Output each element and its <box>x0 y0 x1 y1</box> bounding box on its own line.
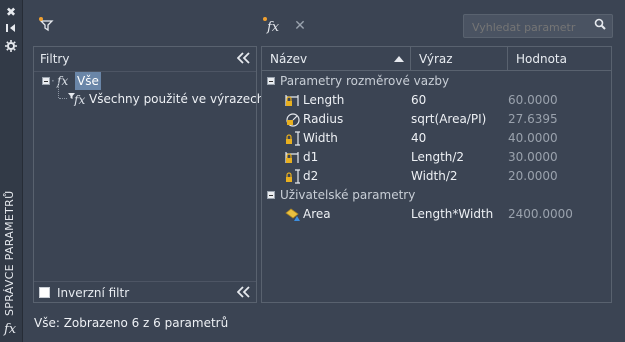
collapse-icon[interactable] <box>42 77 50 85</box>
search-box[interactable] <box>463 14 613 38</box>
group-user-parameters[interactable]: Uživatelské parametry <box>262 186 611 204</box>
param-expression[interactable]: Length/2 <box>411 148 464 167</box>
tree-item-used-in-expressions[interactable]: fx Všechny použité ve výrazech <box>58 82 264 111</box>
param-value: 30.0000 <box>508 150 558 164</box>
column-header-expression[interactable]: Výraz <box>411 47 508 71</box>
table-row[interactable]: Area Length*Width 2400.0000 <box>262 205 611 224</box>
funnel-star-icon[interactable] <box>36 16 56 36</box>
column-header-label: Hodnota <box>516 52 567 66</box>
user-parameter-icon <box>284 207 302 222</box>
palette-title: SPRÁVCE PARAMETRŮ <box>3 190 16 316</box>
inverse-filter-checkbox[interactable] <box>39 287 50 298</box>
group-label: Uživatelské parametry <box>280 188 416 202</box>
column-header-value[interactable]: Hodnota <box>508 47 611 71</box>
param-name: Length <box>303 93 345 107</box>
linear-dimension-icon <box>284 93 302 108</box>
search-icon[interactable] <box>594 18 606 32</box>
table-row[interactable]: d1 Length/2 30.0000 <box>262 148 611 167</box>
param-name: d1 <box>303 150 319 164</box>
vertical-dimension-icon <box>284 169 302 184</box>
param-expression[interactable]: sqrt(Area/PI) <box>411 110 486 129</box>
collapse-filters-icon[interactable] <box>236 52 253 66</box>
vertical-dimension-icon <box>284 131 302 146</box>
delete-x-icon[interactable]: ✕ <box>290 16 310 36</box>
param-name: Radius <box>303 112 344 126</box>
linear-dimension-icon <box>284 150 302 165</box>
column-header-label: Výraz <box>419 52 453 66</box>
param-expression[interactable]: Width/2 <box>411 167 458 186</box>
radius-dimension-icon <box>284 112 302 127</box>
tree-item-label: Vše <box>75 72 101 90</box>
param-expression[interactable]: 40 <box>411 129 426 148</box>
collapse-icon[interactable] <box>267 77 275 85</box>
sort-ascending-icon <box>394 56 404 62</box>
param-name: d2 <box>303 169 319 183</box>
search-input[interactable] <box>470 18 592 36</box>
fx-star-icon[interactable]: fx <box>262 16 282 36</box>
status-bar-text: Vše: Zobrazeno 6 z 6 parametrů <box>34 316 229 330</box>
funnel-fx-icon: fx <box>67 90 87 111</box>
param-expression[interactable]: 60 <box>411 91 426 110</box>
palette-sidebar: ✖ SPRÁVCE PARAMETRŮ fx <box>0 0 23 342</box>
tree-item-label: Všechny použité ve výrazech <box>89 92 265 106</box>
table-row[interactable]: Radius sqrt(Area/PI) 27.6395 <box>262 110 611 129</box>
param-value: 60.0000 <box>508 93 558 107</box>
fx-icon: fx <box>4 322 17 337</box>
column-header-name[interactable]: Název <box>262 47 411 71</box>
collapse-footer-icon[interactable] <box>236 286 253 300</box>
param-name: Width <box>303 131 338 145</box>
table-row[interactable]: Width 40 40.0000 <box>262 129 611 148</box>
parameters-grid: Název Výraz Hodnota Parametry rozměrové … <box>261 46 612 303</box>
param-value: 40.0000 <box>508 131 558 145</box>
collapse-icon[interactable] <box>267 191 275 199</box>
param-name: Area <box>303 207 331 221</box>
tree-item-all[interactable]: · fx Vše <box>40 72 250 90</box>
filters-panel: Filtry · fx Vše fx Všechny použité ve vý… <box>33 46 264 304</box>
svg-text:fx: fx <box>73 93 85 106</box>
table-row[interactable]: d2 Width/2 20.0000 <box>262 167 611 186</box>
settings-icon[interactable] <box>4 40 18 54</box>
group-label: Parametry rozměrové vazby <box>280 74 450 88</box>
table-row[interactable]: Length 60 60.0000 <box>262 91 611 110</box>
pin-icon[interactable] <box>4 22 18 36</box>
filters-header: Filtry <box>34 47 256 72</box>
param-expression[interactable]: Length*Width <box>411 205 493 224</box>
param-value: 2400.0000 <box>508 207 573 221</box>
param-value: 27.6395 <box>508 112 558 126</box>
column-header-label: Název <box>270 52 308 66</box>
filters-footer: Inverzní filtr <box>34 281 256 304</box>
svg-text:fx: fx <box>266 20 280 34</box>
param-value: 20.0000 <box>508 169 558 183</box>
inverse-filter-label[interactable]: Inverzní filtr <box>57 286 129 300</box>
close-icon[interactable]: ✖ <box>4 5 18 19</box>
filters-title: Filtry <box>40 52 70 66</box>
group-dimension-constraints[interactable]: Parametry rozměrové vazby <box>262 72 611 90</box>
